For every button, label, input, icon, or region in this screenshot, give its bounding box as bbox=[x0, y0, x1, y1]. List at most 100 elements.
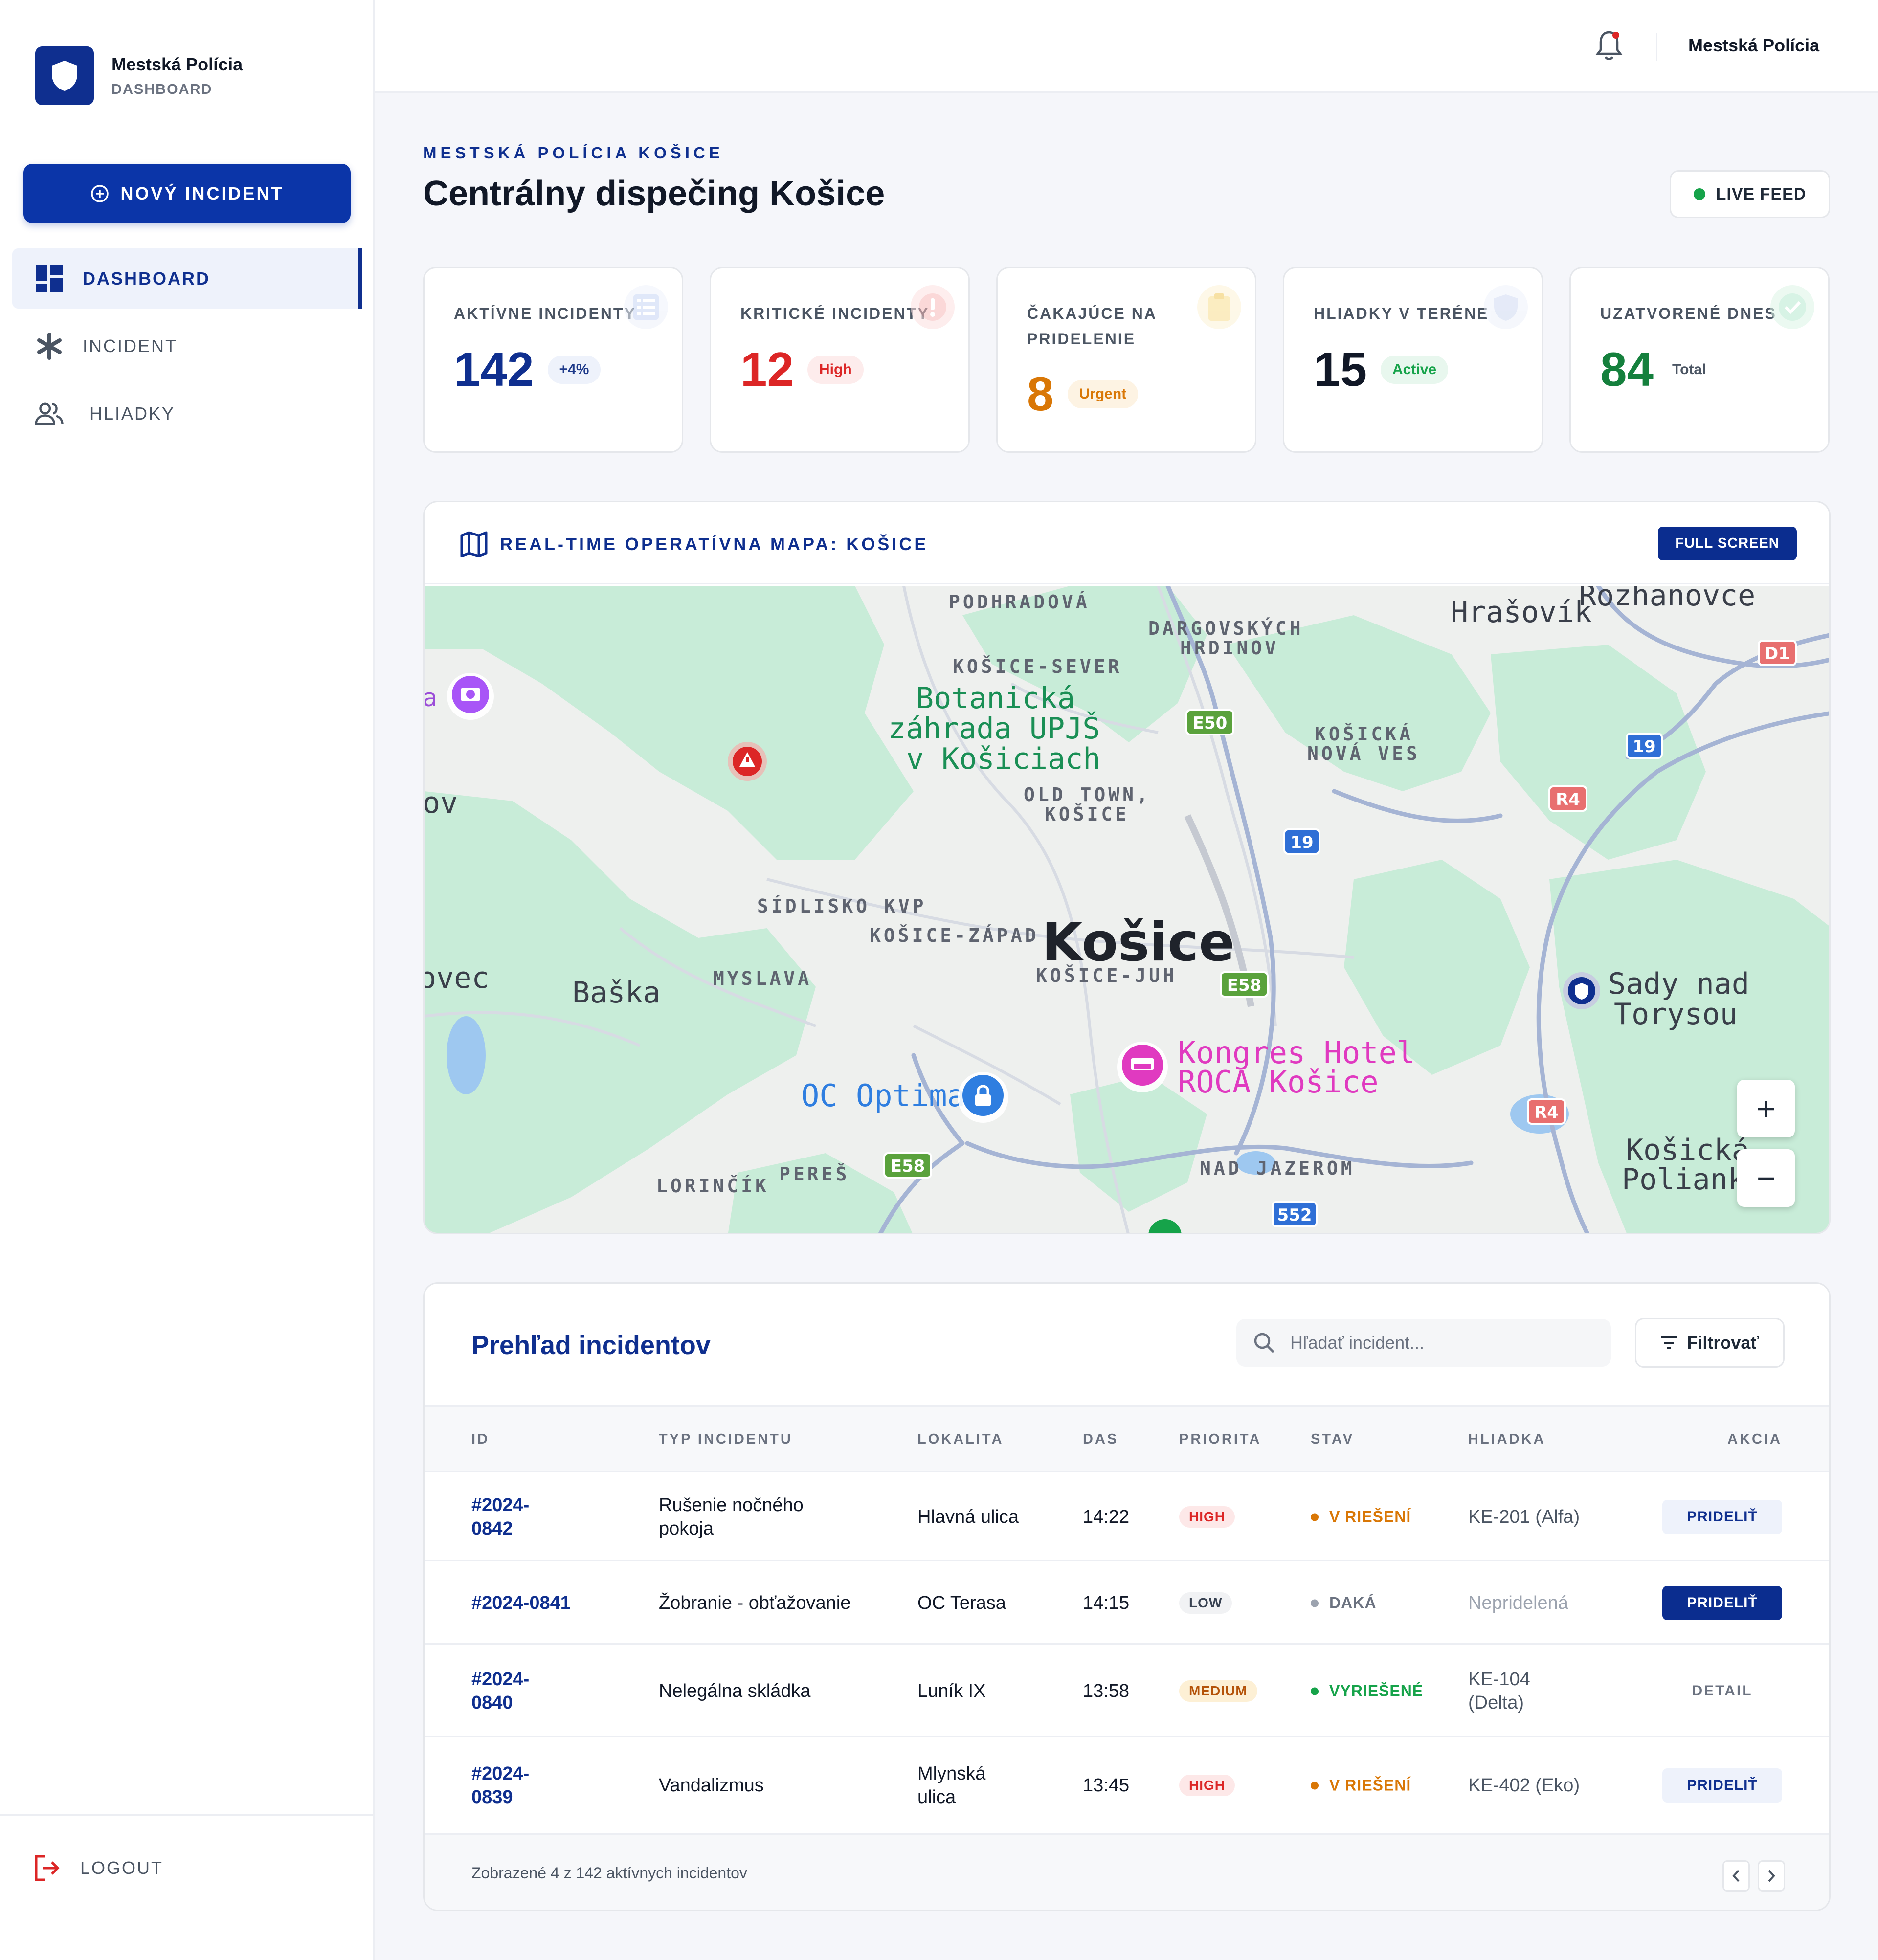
shield-icon bbox=[1484, 285, 1528, 329]
incident-id[interactable]: #2024- 0842 bbox=[471, 1493, 529, 1540]
user-name[interactable]: Mestská Polícia bbox=[1688, 35, 1819, 56]
table-row[interactable]: #2024- 0839 Vandalizmus Mlynská ulica 13… bbox=[425, 1736, 1829, 1833]
search-input[interactable] bbox=[1290, 1333, 1593, 1353]
incident-type: Nelegálna skládka bbox=[659, 1681, 811, 1701]
map-label-sady2: Torysou bbox=[1614, 997, 1738, 1031]
map-label-ovec: ovec bbox=[425, 961, 490, 995]
page-eyebrow: MESTSKÁ POLÍCIA KOŠICE bbox=[423, 144, 724, 162]
map-label-dargovskych1: DARGOVSKÝCH bbox=[1148, 618, 1304, 639]
map-canvas[interactable]: PODHRADOVÁ DARGOVSKÝCH HRDINOV KOŠICE-SE… bbox=[425, 586, 1829, 1233]
patrol: Nepridelená bbox=[1468, 1593, 1568, 1613]
patrol: KE-104 (Delta) bbox=[1468, 1669, 1530, 1713]
road-shield-e58b: E58 bbox=[891, 1157, 925, 1176]
map-label-kosice-sever: KOŠICE-SEVER bbox=[953, 656, 1122, 677]
topbar: Mestská Polícia bbox=[375, 0, 1878, 93]
new-incident-button[interactable]: NOVÝ INCIDENT bbox=[23, 164, 351, 223]
list-icon bbox=[624, 285, 668, 329]
stat-badge: Total bbox=[1672, 361, 1706, 378]
map-label-botanicka1: Botanická bbox=[916, 681, 1075, 715]
logout-button[interactable]: LOGOUT bbox=[32, 1853, 163, 1883]
map-header: REAL-TIME OPERATÍVNA MAPA: KOŠICE FULL S… bbox=[425, 502, 1829, 584]
stat-value: 15 bbox=[1314, 342, 1367, 396]
incident-id[interactable]: #2024- 0840 bbox=[471, 1668, 529, 1715]
shield-logo-icon bbox=[35, 46, 94, 105]
sidebar-item-incident[interactable]: INCIDENT bbox=[12, 316, 362, 376]
status-badge: V RIEŠENÍ bbox=[1311, 1777, 1411, 1795]
stat-card-active: AKTÍVNE INCIDENTY 142 +4% bbox=[423, 267, 683, 453]
map-label-old-town2: KOŠICE bbox=[1045, 803, 1129, 825]
status-label: VYRIEŠENÉ bbox=[1329, 1682, 1424, 1700]
alert-marker-icon bbox=[728, 742, 767, 781]
column-header-patrol: HLIADKA bbox=[1468, 1431, 1546, 1447]
check-icon bbox=[1770, 285, 1814, 329]
prev-page-button[interactable] bbox=[1722, 1860, 1750, 1892]
stat-card-closed: UZATVORENÉ DNES 84 Total bbox=[1569, 267, 1830, 453]
column-header-priority: PRIORITA bbox=[1179, 1431, 1262, 1447]
assign-button[interactable]: PRIDELIŤ bbox=[1662, 1500, 1782, 1534]
map-label-nova-ves1: KOŠICKÁ bbox=[1315, 723, 1413, 745]
dashboard-grid-icon bbox=[35, 264, 64, 293]
road-shield-19b: 19 bbox=[1290, 833, 1313, 852]
map-label-sady1: Sady nad bbox=[1608, 967, 1749, 1001]
search-box[interactable] bbox=[1236, 1319, 1611, 1367]
map-label-podhradova: PODHRADOVÁ bbox=[949, 591, 1090, 613]
map-label-botanicka2: záhrada UPJŠ bbox=[888, 711, 1100, 746]
incident-id[interactable]: #2024- 0839 bbox=[471, 1762, 529, 1809]
brand[interactable]: Mestská Polícia DASHBOARD bbox=[35, 46, 243, 105]
chevron-right-icon bbox=[1768, 1870, 1775, 1882]
stat-card-patrols: HLIADKY V TERÉNE 15 Active bbox=[1283, 267, 1543, 453]
stat-label: ČAKAJÚCE NA PRIDELENIE bbox=[1027, 305, 1157, 348]
assign-button[interactable]: PRIDELIŤ bbox=[1662, 1768, 1782, 1803]
map-label-peres: PEREŠ bbox=[779, 1163, 850, 1185]
detail-button[interactable]: DETAIL bbox=[1662, 1674, 1782, 1708]
logout-icon bbox=[32, 1853, 62, 1883]
full-screen-button[interactable]: FULL SCREEN bbox=[1658, 527, 1797, 560]
road-shield-r4a: R4 bbox=[1556, 790, 1580, 809]
column-header-id: ID bbox=[471, 1431, 490, 1447]
status-badge: DAKÁ bbox=[1311, 1594, 1376, 1612]
sidebar-item-dashboard[interactable]: DASHBOARD bbox=[12, 248, 362, 309]
filter-icon bbox=[1660, 1336, 1678, 1350]
status-dot-icon bbox=[1311, 1599, 1319, 1607]
patrol: KE-402 (Eko) bbox=[1468, 1775, 1580, 1796]
filter-button[interactable]: Filtrovať bbox=[1635, 1318, 1785, 1368]
map-label-kongres2: ROCA Košice bbox=[1178, 1064, 1379, 1100]
zoom-out-button[interactable]: − bbox=[1737, 1149, 1795, 1207]
table-row[interactable]: #2024- 0840 Nelegálna skládka Luník IX 1… bbox=[425, 1643, 1829, 1736]
live-feed-label: LIVE FEED bbox=[1716, 184, 1807, 203]
bell-icon[interactable] bbox=[1594, 29, 1624, 65]
table-footer: Zobrazené 4 z 142 aktívnych incidentov bbox=[425, 1833, 1829, 1910]
stat-value: 142 bbox=[454, 342, 534, 396]
map-label-nad-jazerom: NAD JAZEROM bbox=[1200, 1158, 1355, 1179]
next-page-button[interactable] bbox=[1758, 1860, 1785, 1892]
incident-type: Žobranie - obťažovanie bbox=[659, 1593, 851, 1613]
hotel-marker-icon bbox=[1117, 1042, 1168, 1092]
table-row[interactable]: #2024- 0842 Rušenie nočného pokoja Hlavn… bbox=[425, 1471, 1829, 1560]
sidebar-item-hliadky[interactable]: HLIADKY bbox=[12, 383, 362, 444]
status-dot-icon bbox=[1311, 1687, 1319, 1695]
map-label-kosice-zapad: KOŠICE-ZÁPAD bbox=[870, 925, 1039, 946]
zoom-in-button[interactable]: + bbox=[1737, 1080, 1795, 1137]
incident-id[interactable]: #2024-0841 bbox=[471, 1591, 571, 1615]
assign-button[interactable]: PRIDELIŤ bbox=[1662, 1586, 1782, 1620]
sidebar-item-label: DASHBOARD bbox=[83, 268, 210, 289]
map-icon bbox=[460, 531, 488, 558]
map-label-a: a bbox=[425, 684, 437, 712]
incident-time: 14:15 bbox=[1083, 1593, 1130, 1613]
map-label-oc-optima: OC Optima bbox=[801, 1078, 965, 1114]
table-row[interactable]: #2024-0841 Žobranie - obťažovanie OC Ter… bbox=[425, 1560, 1829, 1643]
map-label-sidlisko-kvp: SÍDLISKO KVP bbox=[757, 895, 927, 917]
users-icon bbox=[35, 399, 64, 428]
map-label-baska: Baška bbox=[572, 976, 661, 1010]
road-shield-r4b: R4 bbox=[1534, 1103, 1559, 1122]
map-label-lorincik: LORINČÍK bbox=[656, 1175, 769, 1197]
page-title: Centrálny dispečing Košice bbox=[423, 174, 885, 213]
road-shield-d1: D1 bbox=[1765, 644, 1790, 664]
brand-subtitle: DASHBOARD bbox=[112, 81, 213, 97]
live-feed-badge[interactable]: LIVE FEED bbox=[1670, 170, 1830, 218]
live-dot-icon bbox=[1693, 188, 1705, 200]
status-badge: VYRIEŠENÉ bbox=[1311, 1682, 1423, 1700]
incident-time: 13:58 bbox=[1083, 1681, 1130, 1701]
map-label-botanicka3: v Košiciach bbox=[906, 742, 1100, 776]
status-dot-icon bbox=[1311, 1513, 1319, 1521]
